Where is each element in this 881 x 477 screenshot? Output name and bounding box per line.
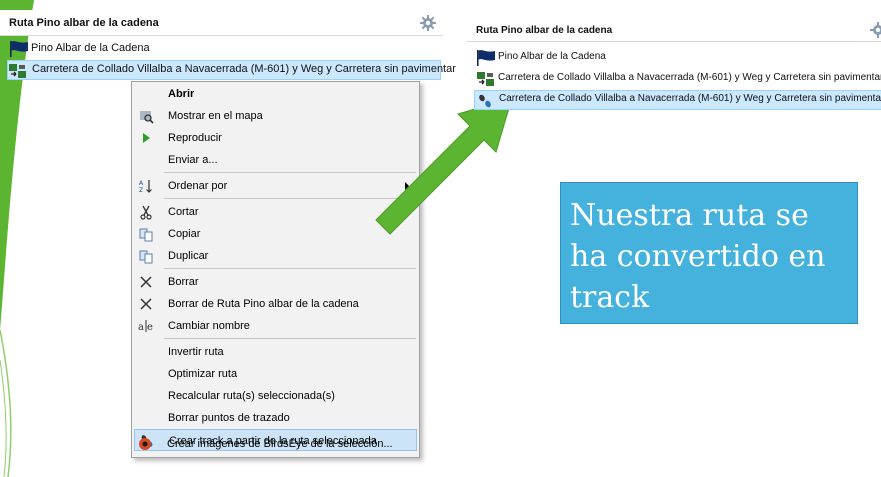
menu-item-borrar-de-ruta[interactable]: Borrar de Ruta Pino albar de la cadena (134, 293, 417, 315)
list-item-track-selected[interactable]: Carretera de Collado Villalba a Navacerr… (474, 90, 881, 110)
menu-separator (164, 268, 416, 269)
menu-item-borrar-puntos-de-trazado[interactable]: Borrar puntos de trazado (134, 407, 417, 429)
menu-item-cambiar-nombre[interactable]: a e Cambiar nombre (134, 315, 417, 337)
gear-icon[interactable] (869, 21, 881, 39)
list-item-label: Carretera de Collado Villalba a Navacerr… (32, 63, 456, 75)
flag-icon (477, 50, 495, 66)
rename-icon: a e (138, 320, 153, 333)
menu-item-crear-imagenes-birdseye[interactable]: Crear imágenes de BirdsEye de la selecci… (133, 433, 416, 455)
svg-text:A: A (139, 180, 144, 187)
menu-item-optimizar-ruta[interactable]: Optimizar ruta (134, 363, 417, 385)
panel-header: Ruta Pino albar de la cadena (466, 18, 881, 42)
map-icon (140, 111, 154, 124)
list-item-label: Carretera de Collado Villalba a Navacerr… (498, 72, 881, 83)
svg-text:e: e (147, 322, 153, 333)
gear-icon[interactable] (419, 14, 437, 32)
menu-item-duplicar[interactable]: Duplicar (134, 245, 417, 267)
list-item-route-selected[interactable]: Carretera de Collado Villalba a Navacerr… (7, 60, 456, 80)
menu-item-invertir-ruta[interactable]: Invertir ruta (134, 341, 417, 363)
callout-text: Nuestra ruta se ha convertido en track (570, 198, 826, 315)
list-item-route[interactable]: Carretera de Collado Villalba a Navacerr… (476, 69, 881, 89)
callout-box: Nuestra ruta se ha convertido en track (560, 182, 858, 324)
route-icon (477, 72, 494, 86)
flag-icon (10, 41, 28, 57)
svg-text:a: a (138, 322, 144, 333)
list-item-label: Carretera de Collado Villalba a Navacerr… (499, 93, 881, 104)
panel-header: Ruta Pino albar de la cadena (0, 10, 443, 36)
menu-item-recalcular-rutas[interactable]: Recalcular ruta(s) seleccionada(s) (134, 385, 417, 407)
track-icon (479, 94, 491, 108)
sort-icon: A Z (139, 180, 152, 194)
list-item-label: Pino Albar de la Cadena (31, 42, 150, 54)
list-item-label: Pino Albar de la Cadena (498, 51, 606, 62)
panel-title: Ruta Pino albar de la cadena (476, 25, 613, 36)
list-item-waypoint[interactable]: Pino Albar de la Cadena (476, 48, 876, 68)
duplicate-icon (139, 250, 153, 264)
list-item-waypoint[interactable]: Pino Albar de la Cadena (9, 39, 429, 59)
delete-icon (140, 276, 152, 288)
panel-title: Ruta Pino albar de la cadena (9, 17, 159, 29)
play-icon (143, 133, 150, 143)
menu-item-borrar[interactable]: Borrar (134, 271, 417, 293)
route-icon (9, 64, 26, 78)
scissors-icon (140, 205, 152, 220)
copy-icon (139, 228, 153, 242)
menu-separator (164, 338, 416, 339)
route-panel-after: Ruta Pino albar de la cadena Pino Albar … (466, 18, 881, 118)
birdseye-icon (139, 438, 151, 450)
svg-text:Z: Z (139, 187, 143, 194)
delete-icon (140, 298, 152, 310)
